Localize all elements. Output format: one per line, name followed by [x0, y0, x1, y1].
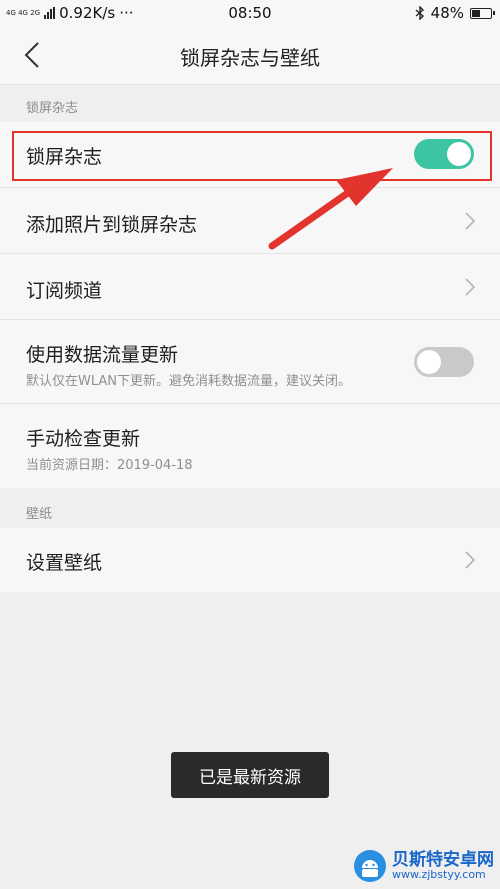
watermark: 贝斯特安卓网 www.zjbstyy.com — [352, 848, 494, 884]
row-add-photos[interactable]: 添加照片到锁屏杂志 — [0, 188, 500, 254]
row-title: 使用数据流量更新 — [26, 344, 179, 366]
header: 锁屏杂志与壁纸 — [0, 28, 500, 85]
row-subtitle: 默认仅在WLAN下更新。避免消耗数据流量，建议关闭。 — [26, 374, 352, 389]
chevron-right-icon — [465, 278, 476, 296]
wallpaper-settings-group: 设置壁纸 — [0, 528, 500, 592]
section-label-wallpaper: 壁纸 — [26, 507, 53, 522]
row-mobile-data-update[interactable]: 使用数据流量更新 默认仅在WLAN下更新。避免消耗数据流量，建议关闭。 — [0, 320, 500, 404]
section-label-magazine: 锁屏杂志 — [26, 101, 79, 116]
android-logo-icon — [354, 850, 386, 882]
row-title: 手动检查更新 — [26, 428, 141, 450]
mobile-data-toggle[interactable] — [414, 347, 474, 377]
chevron-right-icon — [465, 212, 476, 230]
watermark-url: www.zjbstyy.com — [392, 868, 486, 882]
page-title: 锁屏杂志与壁纸 — [180, 46, 320, 70]
row-title: 添加照片到锁屏杂志 — [26, 214, 198, 236]
row-subscribe-channels[interactable]: 订阅频道 — [0, 254, 500, 320]
row-title: 订阅频道 — [26, 280, 103, 302]
row-title: 设置壁纸 — [26, 552, 103, 574]
status-bar: 4G 4G 2G 0.92K/s ··· 08:50 48% — [0, 0, 500, 28]
annotation-highlight-box — [12, 131, 492, 181]
status-right: 48% — [415, 4, 495, 22]
battery-percent: 48% — [430, 4, 464, 22]
watermark-name: 贝斯特安卓网 — [392, 849, 494, 870]
row-subtitle: 当前资源日期：2019-04-18 — [26, 458, 193, 473]
watermark-text: 贝斯特安卓网 www.zjbstyy.com — [392, 849, 494, 882]
bluetooth-icon — [415, 6, 424, 20]
row-set-wallpaper[interactable]: 设置壁纸 — [0, 528, 500, 592]
toggle-knob — [417, 350, 441, 374]
toast-message: 已是最新资源 — [171, 752, 329, 798]
battery-icon — [470, 7, 495, 19]
row-manual-check-update[interactable]: 手动检查更新 当前资源日期：2019-04-18 — [0, 404, 500, 488]
chevron-right-icon — [465, 551, 476, 569]
